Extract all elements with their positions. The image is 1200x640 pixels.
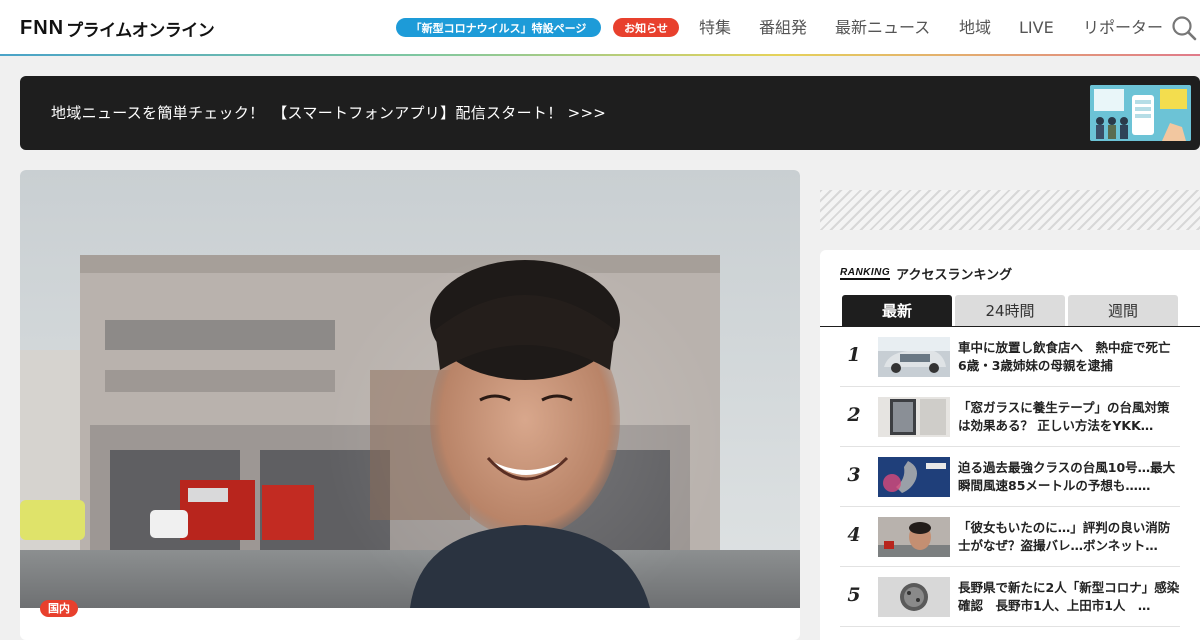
- covid-special-page-link[interactable]: 「新型コロナウイルス」特設ページ: [396, 18, 601, 37]
- rank-number: 2: [847, 404, 861, 426]
- notice-link[interactable]: お知らせ: [613, 18, 679, 37]
- nav-item-reporter[interactable]: リポーター: [1083, 18, 1163, 38]
- rank-number: 4: [847, 524, 861, 546]
- tab-weekly[interactable]: 週間: [1068, 295, 1178, 326]
- nav-item-latest-news[interactable]: 最新ニュース: [835, 18, 930, 38]
- app-promo-image: [1090, 85, 1191, 141]
- ranking-item[interactable]: 3 迫る過去最強クラスの台風10号…最大瞬間風速85メートルの予想も……: [840, 447, 1180, 507]
- ranking-thumbnail: [878, 457, 950, 497]
- ranking-thumbnail: [878, 517, 950, 557]
- rank-number: 3: [847, 464, 861, 486]
- site-logo[interactable]: FNN プライムオンライン: [20, 16, 215, 41]
- ranking-title: アクセスランキング: [896, 268, 1013, 283]
- ranking-item-title[interactable]: 「彼女もいたのに…」評判の良い消防士がなぜ？盗撮バレ…ボンネット…: [958, 519, 1180, 555]
- ranking-item-title[interactable]: 「窓ガラスに養生テープ」の台風対策は効果ある？ 正しい方法をYKK…: [958, 399, 1180, 435]
- ranking-item-title[interactable]: 迫る過去最強クラスの台風10号…最大瞬間風速85メートルの予想も……: [958, 459, 1180, 495]
- search-icon[interactable]: [1171, 15, 1197, 41]
- nav-item-programs[interactable]: 番組発: [759, 18, 807, 38]
- ranking-item[interactable]: 4 「彼女もいたのに…」評判の良い消防士がなぜ？盗撮バレ…ボンネット…: [840, 507, 1180, 567]
- ranking-thumbnail: [878, 577, 950, 617]
- ranking-item[interactable]: 1 車中に放置し飲食店へ 熱中症で死亡 6歳・3歳姉妹の母親を逮捕: [840, 327, 1180, 387]
- ranking-logo: RANKING: [840, 267, 891, 280]
- ranking-item-title[interactable]: 車中に放置し飲食店へ 熱中症で死亡 6歳・3歳姉妹の母親を逮捕: [958, 339, 1180, 375]
- ranking-item-title[interactable]: 長野県で新たに2人「新型コロナ」感染確認 長野市1人、上田市1人 …: [958, 579, 1180, 615]
- ranking-item[interactable]: 2 「窓ガラスに養生テープ」の台風対策は効果ある？ 正しい方法をYKK…: [840, 387, 1180, 447]
- ranking-thumbnail: [878, 337, 950, 377]
- rank-number: 1: [847, 344, 861, 366]
- logo-fnn: FNN: [20, 16, 65, 39]
- tab-24-hours[interactable]: 24時間: [955, 295, 1065, 326]
- ranking-header: RANKING アクセスランキング: [840, 264, 1012, 283]
- app-promo-text: 地域ニュースを簡単チェック！ 【スマートフォンアプリ】配信スタート！ >>>: [51, 104, 607, 122]
- ranking-item[interactable]: 5 長野県で新たに2人「新型コロナ」感染確認 長野市1人、上田市1人 …: [840, 567, 1180, 627]
- nav-item-live[interactable]: LIVE: [1019, 18, 1054, 38]
- top-article-card[interactable]: 国内: [20, 170, 800, 640]
- nav-item-features[interactable]: 特集: [699, 18, 731, 38]
- site-header: FNN プライムオンライン 「新型コロナウイルス」特設ページ お知らせ 特集 番…: [0, 0, 1200, 56]
- article-hero-image: [20, 170, 800, 608]
- header-gradient-divider: [0, 54, 1200, 56]
- ad-placeholder: [820, 190, 1200, 230]
- rank-number: 5: [847, 584, 861, 606]
- ranking-thumbnail: [878, 397, 950, 437]
- app-promo-banner[interactable]: 地域ニュースを簡単チェック！ 【スマートフォンアプリ】配信スタート！ >>>: [20, 76, 1200, 150]
- tab-latest[interactable]: 最新: [842, 295, 952, 326]
- ranking-tabs: 最新 24時間 週間: [842, 295, 1181, 326]
- article-category-badge[interactable]: 国内: [40, 600, 78, 617]
- nav-item-region[interactable]: 地域: [959, 18, 991, 38]
- logo-prime-online: プライムオンライン: [66, 20, 215, 41]
- access-ranking-panel: RANKING アクセスランキング 最新 24時間 週間 1 車中に放置し飲食店…: [820, 250, 1200, 640]
